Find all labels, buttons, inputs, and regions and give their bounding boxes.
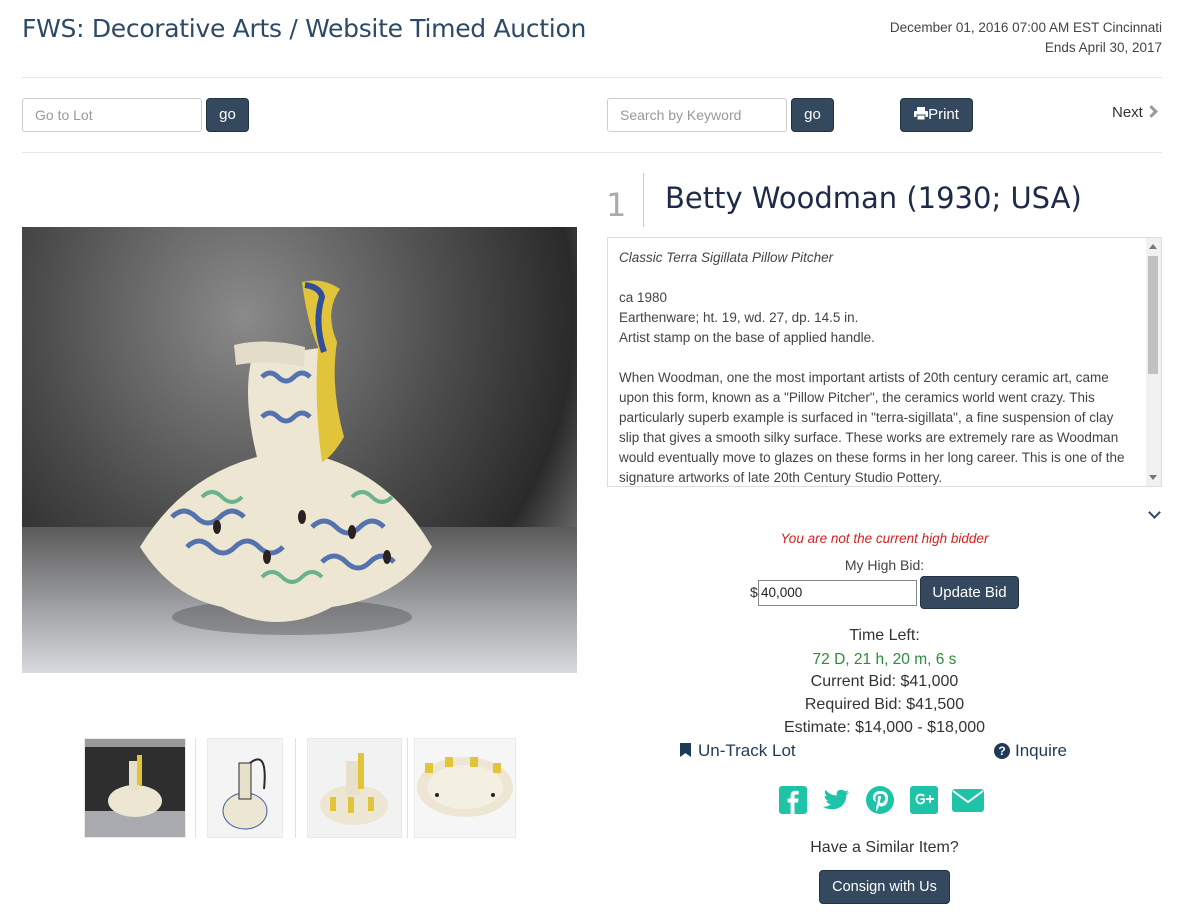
question-circle-icon: ?: [994, 743, 1010, 759]
my-high-bid-label: My High Bid:: [844, 557, 925, 573]
description-scrollbar[interactable]: [1146, 238, 1161, 486]
lot-stamp: Artist stamp on the base of applied hand…: [619, 330, 875, 345]
auction-dates: December 01, 2016 07:00 AM EST Cincinnat…: [890, 18, 1162, 58]
update-bid-button[interactable]: Update Bid: [920, 576, 1019, 609]
high-bid-input[interactable]: 40,000: [758, 580, 917, 606]
thumbnail-2-image: [222, 758, 268, 830]
keyword-search-input[interactable]: Search by Keyword: [607, 98, 787, 132]
next-lot-link[interactable]: Next: [1112, 104, 1158, 121]
lot-number-divider: [643, 173, 644, 227]
lot-body: When Woodman, one the most important art…: [619, 370, 1125, 485]
thumbnail-2[interactable]: [207, 738, 283, 838]
keyword-search-button[interactable]: go: [791, 98, 834, 132]
bid-status-warning: You are not the current high bidder: [780, 531, 989, 546]
lot-material: Earthenware; ht. 19, wd. 27, dp. 14.5 in…: [619, 310, 859, 325]
goto-lot-input[interactable]: Go to Lot: [22, 98, 202, 132]
currency-symbol: $: [750, 584, 758, 600]
header-divider: [22, 77, 1162, 78]
thumbnail-1[interactable]: [84, 738, 186, 838]
time-left-value: 72 D, 21 h, 20 m, 6 s: [812, 651, 957, 668]
facebook-icon[interactable]: [778, 785, 808, 815]
time-left-label: Time Left:: [849, 627, 920, 644]
email-icon[interactable]: [951, 785, 985, 815]
thumbnail-divider: [295, 738, 296, 838]
thumbnail-divider: [407, 738, 408, 838]
twitter-icon[interactable]: [821, 785, 851, 815]
scroll-up-arrow-icon[interactable]: [1149, 244, 1157, 249]
consign-button[interactable]: Consign with Us: [819, 870, 950, 904]
lot-subtitle: Classic Terra Sigillata Pillow Pitcher: [619, 250, 834, 265]
chevron-right-icon: [1144, 105, 1158, 118]
thumbnail-4[interactable]: [414, 738, 516, 838]
lot-description: Classic Terra Sigillata Pillow Pitcher c…: [619, 248, 1137, 486]
similar-item-prompt: Have a Similar Item?: [810, 839, 959, 856]
thumbnail-3-image: [320, 753, 388, 825]
print-button[interactable]: Print: [900, 98, 973, 132]
auction-end-date: Ends April 30, 2017: [1044, 40, 1162, 55]
scrollbar-thumb[interactable]: [1148, 256, 1158, 374]
thumbnail-divider: [195, 738, 196, 838]
lot-title: Betty Woodman (1930; USA): [665, 181, 1082, 215]
google-plus-icon[interactable]: [909, 785, 939, 815]
bookmark-icon: [680, 743, 691, 757]
untrack-lot-link[interactable]: Un-Track Lot: [680, 741, 796, 761]
next-label: Next: [1112, 104, 1143, 121]
inquire-label: Inquire: [1015, 741, 1067, 760]
thumbnail-3[interactable]: [307, 738, 402, 838]
lot-number: 1: [606, 186, 627, 224]
vase-illustration: [22, 280, 577, 673]
toolbar-divider: [22, 152, 1162, 153]
lot-main-image[interactable]: [22, 227, 577, 673]
chevron-down-icon[interactable]: [1148, 506, 1161, 519]
untrack-label: Un-Track Lot: [698, 741, 796, 760]
thumbnail-1-image: [85, 739, 185, 837]
auction-title: FWS: Decorative Arts / Website Timed Auc…: [22, 14, 586, 43]
lot-description-box[interactable]: Classic Terra Sigillata Pillow Pitcher c…: [607, 237, 1162, 487]
scroll-down-arrow-icon[interactable]: [1149, 475, 1157, 480]
lot-date: ca 1980: [619, 290, 668, 305]
auction-start-date: December 01, 2016 07:00 AM EST Cincinnat…: [889, 20, 1162, 35]
print-label: Print: [928, 106, 959, 123]
thumbnail-4-image: [417, 757, 513, 817]
estimate: Estimate: $14,000 - $18,000: [783, 719, 986, 736]
printer-icon: [914, 107, 929, 121]
pinterest-icon[interactable]: [865, 785, 895, 815]
current-bid: Current Bid: $41,000: [810, 673, 959, 690]
inquire-link[interactable]: ? Inquire: [994, 741, 1067, 761]
required-bid: Required Bid: $41,500: [804, 696, 965, 713]
goto-lot-button[interactable]: go: [206, 98, 249, 132]
